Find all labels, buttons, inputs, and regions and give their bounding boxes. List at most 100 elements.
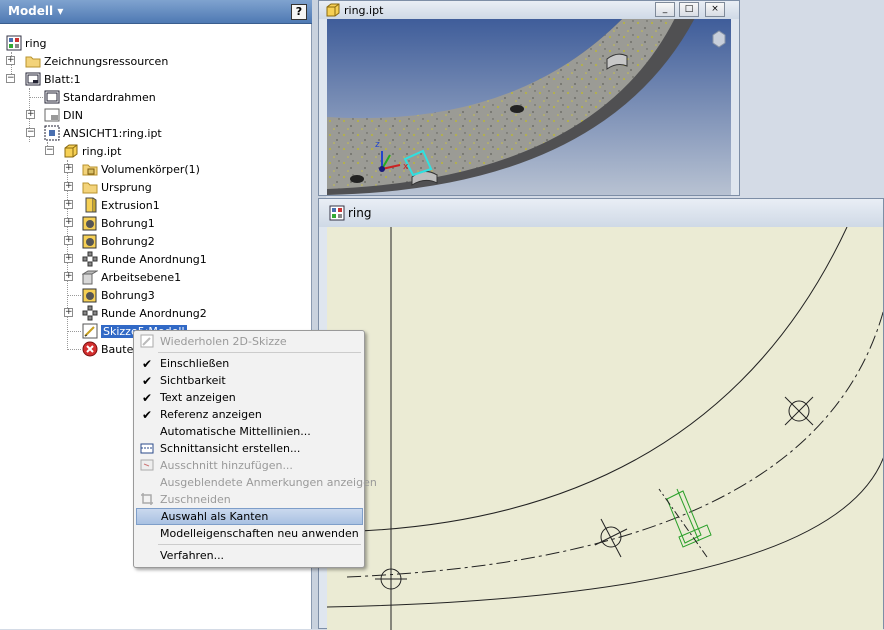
checkmark-icon: ✔: [142, 390, 153, 405]
tree-node-bohrung3[interactable]: Bohrung3: [82, 286, 155, 304]
tree-label: Extrusion1: [101, 198, 160, 212]
svg-text:z: z: [375, 140, 380, 150]
3d-viewport[interactable]: z x: [327, 19, 731, 195]
expand-icon[interactable]: +: [64, 200, 73, 209]
tree-node-arbeitsebene1[interactable]: + Arbeitsebene1: [64, 268, 182, 286]
model-window[interactable]: ring.ipt _ □ × z x: [318, 0, 740, 196]
menu-item-referenz-anzeigen[interactable]: ✔ Referenz anzeigen: [136, 406, 363, 423]
circular-pattern-icon: [82, 251, 98, 267]
menu-item-text-anzeigen[interactable]: ✔ Text anzeigen: [136, 389, 363, 406]
sketch-icon: [82, 323, 98, 339]
tree-label: Runde Anordnung1: [101, 252, 207, 266]
circular-pattern-icon: [82, 305, 98, 321]
collapse-icon[interactable]: −: [45, 146, 54, 155]
part-icon: [325, 2, 341, 18]
tree-node-ansicht1[interactable]: − ANSICHT1:ring.ipt: [26, 124, 162, 142]
tree-label: ring: [25, 36, 47, 50]
expand-icon[interactable]: +: [6, 56, 15, 65]
expand-icon[interactable]: +: [64, 308, 73, 317]
browser-title[interactable]: Modell ▾: [8, 4, 63, 18]
tree-label: Standardrahmen: [63, 90, 156, 104]
menu-item-ausschnitt-hinzufuegen[interactable]: Ausschnitt hinzufügen...: [136, 457, 363, 474]
menu-item-schnittansicht-erstellen[interactable]: Schnittansicht erstellen...: [136, 440, 363, 457]
tree-label: Runde Anordnung2: [101, 306, 207, 320]
menu-separator: [158, 544, 361, 545]
tree-label: Bohrung1: [101, 216, 155, 230]
drawing-window[interactable]: ring: [318, 198, 884, 630]
menu-item-zuschneiden[interactable]: Zuschneiden: [136, 491, 363, 508]
maximize-button[interactable]: □: [679, 2, 699, 17]
crop-icon: [140, 492, 154, 506]
tree-node-din[interactable]: + DIN: [26, 106, 83, 124]
tree-label: Bohrung3: [101, 288, 155, 302]
svg-text:x: x: [403, 162, 409, 172]
menu-item-einschliessen[interactable]: ✔ Einschließen: [136, 355, 363, 372]
tree-label: Blatt:1: [44, 72, 81, 86]
tree-label: ANSICHT1:ring.ipt: [63, 126, 162, 140]
collapse-icon[interactable]: −: [6, 74, 15, 83]
expand-icon[interactable]: +: [64, 272, 73, 281]
breakout-icon: [140, 458, 154, 472]
drawing-icon: [329, 205, 345, 221]
drawing-sheet[interactable]: [327, 227, 883, 630]
hole-icon: [82, 233, 98, 249]
tree-label: Zeichnungsressourcen: [44, 54, 169, 68]
tree-node-bauteil[interactable]: Bauteil: [82, 340, 139, 358]
close-button[interactable]: ×: [705, 2, 725, 17]
menu-item-verfahren[interactable]: Verfahren...: [136, 547, 363, 564]
tree-node-zeichnungsressourcen[interactable]: + Zeichnungsressourcen: [6, 52, 169, 70]
model-window-title: ring.ipt: [344, 3, 384, 17]
error-icon: [82, 341, 98, 357]
tree-label: Arbeitsebene1: [101, 270, 182, 284]
tree-node-bohrung1[interactable]: + Bohrung1: [64, 214, 155, 232]
expand-icon[interactable]: +: [64, 254, 73, 263]
folder-icon: [82, 179, 98, 195]
help-icon[interactable]: ?: [291, 4, 307, 20]
drawing-icon: [6, 35, 22, 51]
checkmark-icon: ✔: [142, 373, 153, 388]
tree-node-ring[interactable]: ring: [6, 34, 47, 52]
view-icon: [44, 125, 60, 141]
sketch-icon: [140, 334, 154, 348]
tree-node-blatt[interactable]: − Blatt:1: [6, 70, 81, 88]
expand-icon[interactable]: +: [64, 182, 73, 191]
menu-item-wiederholen-2d-skizze[interactable]: Wiederholen 2D-Skizze: [136, 333, 363, 350]
expand-icon[interactable]: +: [64, 164, 73, 173]
menu-item-ausgeblendete-anmerkungen[interactable]: Ausgeblendete Anmerkungen anzeigen: [136, 474, 377, 491]
drawing-window-titlebar[interactable]: ring: [319, 199, 883, 227]
context-menu: Wiederholen 2D-Skizze ✔ Einschließen ✔ S…: [133, 330, 377, 568]
menu-item-automatische-mittellinien[interactable]: Automatische Mittellinien...: [136, 423, 363, 440]
model-window-titlebar[interactable]: ring.ipt _ □ ×: [319, 1, 739, 19]
expand-icon[interactable]: +: [64, 218, 73, 227]
drawing-view-geometry: [327, 227, 883, 630]
3d-ring-render: z x: [327, 19, 731, 195]
menu-item-sichtbarkeit[interactable]: ✔ Sichtbarkeit: [136, 372, 363, 389]
tree-node-runde-anordnung1[interactable]: + Runde Anordnung1: [64, 250, 207, 268]
tree-node-volumenkoerper[interactable]: + Volumenkörper(1): [64, 160, 200, 178]
tree-label: Ursprung: [101, 180, 152, 194]
expand-icon[interactable]: +: [64, 236, 73, 245]
tree-node-extrusion1[interactable]: + Extrusion1: [64, 196, 160, 214]
extrusion-icon: [82, 197, 98, 213]
folder-icon: [25, 53, 41, 69]
tree-label: Volumenkörper(1): [101, 162, 200, 176]
menu-item-modelleigenschaften[interactable]: Modelleigenschaften neu anwenden: [136, 525, 363, 542]
collapse-icon[interactable]: −: [26, 128, 35, 137]
work-plane-icon: [81, 269, 99, 285]
checkmark-icon: ✔: [142, 356, 153, 371]
hole-icon: [82, 287, 98, 303]
frame-icon: [44, 89, 60, 105]
tree-label: DIN: [63, 108, 83, 122]
tree-node-bohrung2[interactable]: + Bohrung2: [64, 232, 155, 250]
tree-node-runde-anordnung2[interactable]: + Runde Anordnung2: [64, 304, 207, 322]
tree-node-ursprung[interactable]: + Ursprung: [64, 178, 152, 196]
menu-item-auswahl-als-kanten[interactable]: Auswahl als Kanten: [136, 508, 363, 525]
browser-header[interactable]: Modell ▾ ?: [0, 0, 312, 24]
tree-label: ring.ipt: [82, 144, 122, 158]
minimize-button[interactable]: _: [655, 2, 675, 17]
solid-bodies-icon: [82, 161, 98, 177]
expand-icon[interactable]: +: [26, 110, 35, 119]
section-view-icon: [140, 441, 154, 455]
tree-node-standardrahmen[interactable]: Standardrahmen: [44, 88, 156, 106]
tree-node-ring-ipt[interactable]: − ring.ipt: [45, 142, 122, 160]
